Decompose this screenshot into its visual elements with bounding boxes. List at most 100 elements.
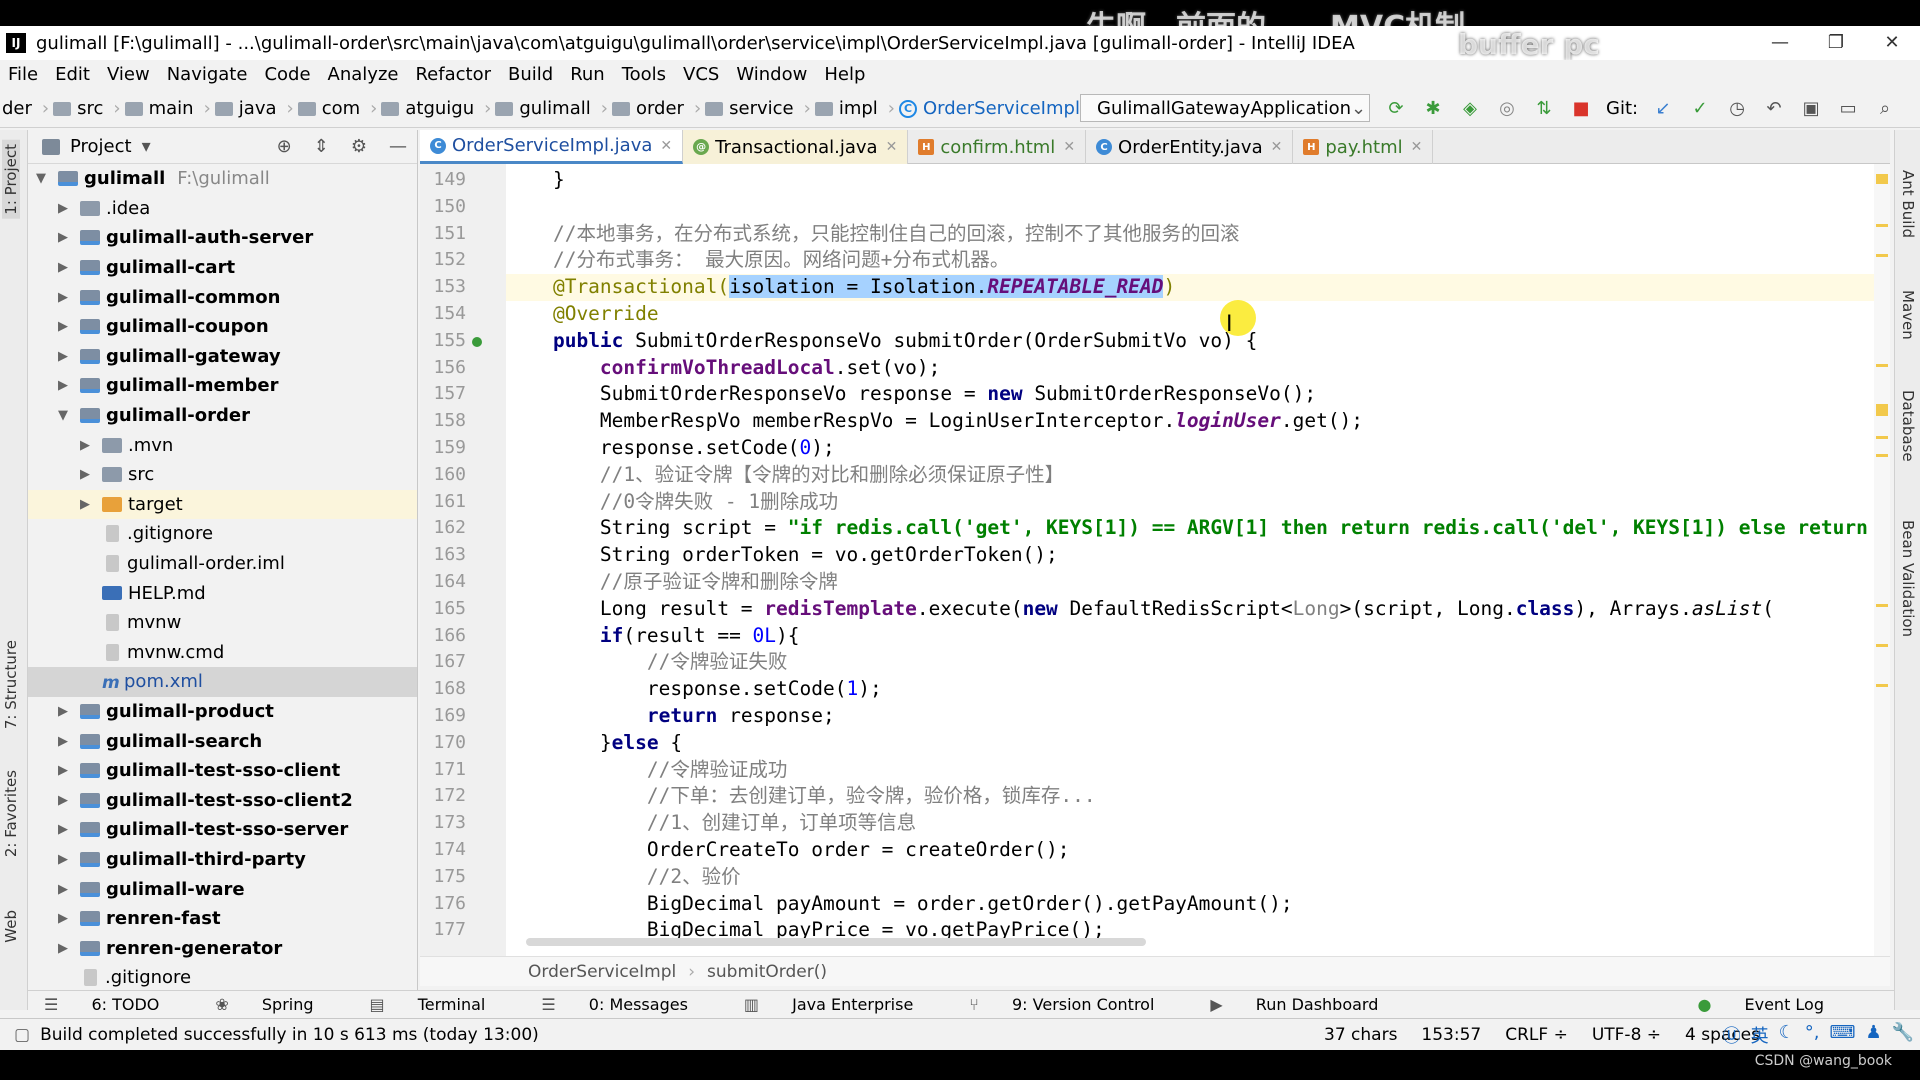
chevron-right-icon[interactable]: ▶ [56, 319, 70, 334]
tree-item[interactable]: ▼ gulimall-order [28, 401, 417, 431]
menu-navigate[interactable]: Navigate [167, 64, 248, 85]
editor-tab[interactable]: C OrderServiceImpl.java ✕ [420, 130, 684, 164]
horizontal-scrollbar[interactable] [526, 938, 1146, 946]
menu-build[interactable]: Build [508, 64, 553, 85]
file-encoding[interactable]: UTF-8 ÷ [1592, 1025, 1661, 1045]
project-structure-icon[interactable]: ▣ [1799, 96, 1823, 120]
layout-icon[interactable]: ▭ [1836, 96, 1860, 120]
tree-item[interactable]: ▶ gulimall-product [28, 697, 417, 727]
tab-maven[interactable]: Maven [1899, 290, 1917, 340]
editor-tab[interactable]: Hpay.html ✕ [1293, 130, 1434, 164]
tree-item[interactable]: .gitignore [28, 963, 417, 993]
tab-database[interactable]: Database [1899, 390, 1917, 462]
project-view-select[interactable]: Project [70, 136, 132, 157]
stop-icon[interactable]: ■ [1569, 96, 1593, 120]
breadcrumb-com[interactable]: com › [297, 98, 377, 119]
git-update-icon[interactable]: ↙ [1651, 96, 1675, 120]
chevron-right-icon[interactable]: ▶ [56, 852, 70, 867]
chevron-right-icon[interactable]: ▶ [56, 882, 70, 897]
crumb-method[interactable]: submitOrder() [707, 962, 827, 982]
tree-item[interactable]: ▶ target [28, 489, 417, 520]
tree-item[interactable]: ▶ gulimall-search [28, 726, 417, 756]
tree-item[interactable]: ▶ gulimall-auth-server [28, 223, 417, 253]
collapse-all-icon[interactable]: ⇕ [314, 136, 329, 157]
debug-icon[interactable]: ✱ [1421, 96, 1445, 120]
tab-web[interactable]: Web [2, 910, 20, 943]
implements-icon[interactable] [472, 336, 482, 347]
search-icon[interactable]: ⌕ [1873, 96, 1897, 120]
menu-run[interactable]: Run [570, 64, 605, 85]
close-tab-icon[interactable]: ✕ [1271, 139, 1283, 155]
tool-window-1[interactable]: ❀ Spring [215, 995, 341, 1014]
chevron-right-icon[interactable]: ▶ [56, 201, 70, 216]
line-separator[interactable]: CRLF ÷ [1505, 1025, 1568, 1045]
tree-item[interactable]: ▶ gulimall-gateway [28, 342, 417, 372]
ime-logo-icon[interactable]: Ⓤ [1723, 1022, 1741, 1048]
tree-item[interactable]: ▶ renren-fast [28, 904, 417, 934]
locate-icon[interactable]: ⊕ [277, 136, 292, 157]
chevron-right-icon[interactable]: ▶ [56, 941, 70, 956]
tab-ant-build[interactable]: Ant Build [1899, 170, 1917, 238]
tree-item[interactable]: m pom.xml [28, 667, 417, 697]
run-configuration-select[interactable]: GulimallGatewayApplication ⌄ [1080, 94, 1370, 122]
chevron-right-icon[interactable]: ▶ [56, 349, 70, 364]
breadcrumb-service[interactable]: service › [705, 98, 811, 119]
tree-item[interactable]: ▶ gulimall-test-sso-client2 [28, 785, 417, 815]
chevron-right-icon[interactable]: ▶ [56, 230, 70, 245]
tree-item[interactable]: ▶ gulimall-cart [28, 253, 417, 283]
chevron-right-icon[interactable]: ▶ [56, 260, 70, 275]
wrench-icon[interactable]: 🔧 [1892, 1022, 1914, 1048]
tool-window-2[interactable]: ▤ Terminal [370, 995, 514, 1014]
profile-icon[interactable]: ◎ [1495, 96, 1519, 120]
tree-item[interactable]: ▶ renren-generator [28, 933, 417, 963]
tree-item[interactable]: ▼ gulimall F:\gulimall [28, 164, 417, 194]
chevron-right-icon[interactable]: ▶ [56, 734, 70, 749]
close-tab-icon[interactable]: ✕ [1063, 139, 1075, 155]
tree-item[interactable]: mvnw [28, 608, 417, 638]
tab-structure[interactable]: 7: Structure [2, 640, 20, 729]
menu-vcs[interactable]: VCS [683, 64, 719, 85]
breadcrumb-src[interactable]: src › [53, 98, 121, 119]
chevron-right-icon[interactable]: ▶ [56, 763, 70, 778]
editor-tab[interactable]: C OrderEntity.java ✕ [1086, 130, 1294, 164]
rerun-icon[interactable]: ⟳ [1384, 96, 1408, 120]
caret-position[interactable]: 153:57 [1421, 1025, 1481, 1045]
coverage-icon[interactable]: ◈ [1458, 96, 1482, 120]
tool-window-5[interactable]: ⑂ 9: Version Control [969, 995, 1182, 1014]
close-tab-icon[interactable]: ✕ [1411, 139, 1423, 155]
revert-icon[interactable]: ↶ [1762, 96, 1786, 120]
tab-bean-validation[interactable]: Bean Validation [1899, 520, 1917, 637]
status-toggle-icon[interactable]: ▢ [14, 1025, 30, 1045]
chevron-down-icon[interactable]: ▼ [34, 171, 48, 186]
chevron-right-icon[interactable]: ▶ [56, 793, 70, 808]
gear-icon[interactable]: ⚙ [351, 136, 367, 157]
menu-file[interactable]: File [8, 64, 38, 85]
chevron-down-icon[interactable]: ▼ [56, 408, 70, 423]
code-editor[interactable]: 149 150 151 152 153 154 155 156 157 158 159 160 161 1… [420, 164, 1890, 956]
close-tab-icon[interactable]: ✕ [886, 139, 898, 155]
close-tab-icon[interactable]: ✕ [660, 138, 672, 154]
menu-tools[interactable]: Tools [622, 64, 666, 85]
crumb-class[interactable]: OrderServiceImpl [528, 962, 676, 982]
menu-view[interactable]: View [107, 64, 150, 85]
breadcrumb-impl[interactable]: impl › [814, 98, 895, 119]
chevron-right-icon[interactable]: ▶ [56, 378, 70, 393]
tree-item[interactable]: HELP.md [28, 578, 417, 608]
tree-item[interactable]: ▶ gulimall-coupon [28, 312, 417, 342]
chevron-right-icon[interactable]: ▶ [78, 467, 92, 482]
chevron-right-icon[interactable]: ▶ [56, 822, 70, 837]
menu-refactor[interactable]: Refactor [415, 64, 491, 85]
tree-item[interactable]: ▶ gulimall-test-sso-client [28, 756, 417, 786]
chevron-right-icon[interactable]: ▶ [78, 438, 92, 453]
minimize-button[interactable]: — [1752, 26, 1808, 60]
menu-edit[interactable]: Edit [55, 64, 90, 85]
tree-item[interactable]: ▶ gulimall-member [28, 371, 417, 401]
keyboard-icon[interactable]: ⌨ [1829, 1022, 1855, 1048]
tree-item[interactable]: ▶ .idea [28, 194, 417, 224]
code-area[interactable]: } //本地事务，在分布式系统，只能控制住自己的回滚，控制不了其他服务的回滚 /… [506, 164, 1890, 956]
menu-help[interactable]: Help [824, 64, 865, 85]
chevron-right-icon[interactable]: ▶ [56, 704, 70, 719]
menu-window[interactable]: Window [736, 64, 807, 85]
tool-window-3[interactable]: ☰ 0: Messages [541, 995, 716, 1014]
breadcrumb-prefix[interactable]: der › [2, 98, 49, 119]
